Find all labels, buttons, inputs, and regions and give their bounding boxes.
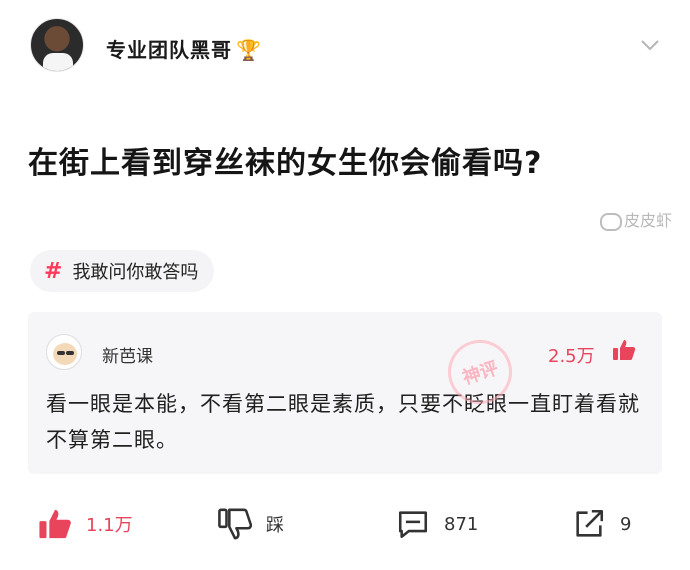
chevron-down-icon[interactable]	[640, 38, 660, 52]
app-watermark: 皮皮虾	[600, 207, 672, 231]
topic-tag[interactable]: # 我敢问你敢答吗	[30, 250, 215, 292]
answer-author-avatar[interactable]	[46, 334, 82, 370]
share-count: 9	[620, 513, 632, 535]
thumbs-up-icon[interactable]	[612, 338, 636, 362]
trophy-icon: 🏆	[236, 38, 262, 62]
share-icon	[576, 509, 604, 537]
like-count: 1.1万	[86, 515, 133, 536]
dislike-button[interactable]: 踩	[218, 506, 284, 542]
answer-like-count: 2.5万	[548, 346, 595, 367]
avatar-shirt	[43, 53, 73, 71]
like-button[interactable]: 1.1万	[38, 506, 133, 542]
top-answer-card[interactable]: 新芭课 2.5万 看一眼是本能，不看第二眼是素质，只要不眨眼一直盯着看就不算第二…	[28, 312, 662, 474]
answer-author-name[interactable]: 新芭课	[102, 342, 153, 367]
watermark-text: 皮皮虾	[624, 211, 673, 230]
author-name-row[interactable]: 专业团队黑哥 🏆	[106, 34, 262, 63]
comment-count: 871	[444, 513, 479, 535]
topic-tag-label: 我敢问你敢答吗	[72, 262, 199, 283]
question-title[interactable]: 在街上看到穿丝袜的女生你会偷看吗?	[28, 138, 542, 182]
comment-button[interactable]: 871	[396, 506, 478, 542]
post-header: 专业团队黑哥 🏆	[0, 0, 690, 92]
watermark-logo-icon	[600, 212, 622, 231]
hashtag-icon: #	[44, 258, 63, 284]
author-avatar[interactable]	[30, 18, 84, 72]
avatar-eye	[66, 351, 74, 355]
dislike-label: 踩	[266, 515, 284, 536]
author-name[interactable]: 专业团队黑哥	[106, 38, 232, 62]
thumbs-down-icon	[218, 508, 252, 540]
thumbs-up-icon	[39, 509, 71, 539]
comment-icon	[398, 511, 428, 539]
avatar-eye	[57, 351, 65, 355]
answer-text: 看一眼是本能，不看第二眼是素质，只要不眨眼一直盯着看就不算第二眼。	[46, 392, 640, 452]
action-bar: 1.1万 踩 871 9	[0, 496, 690, 552]
share-button[interactable]: 9	[572, 506, 631, 542]
